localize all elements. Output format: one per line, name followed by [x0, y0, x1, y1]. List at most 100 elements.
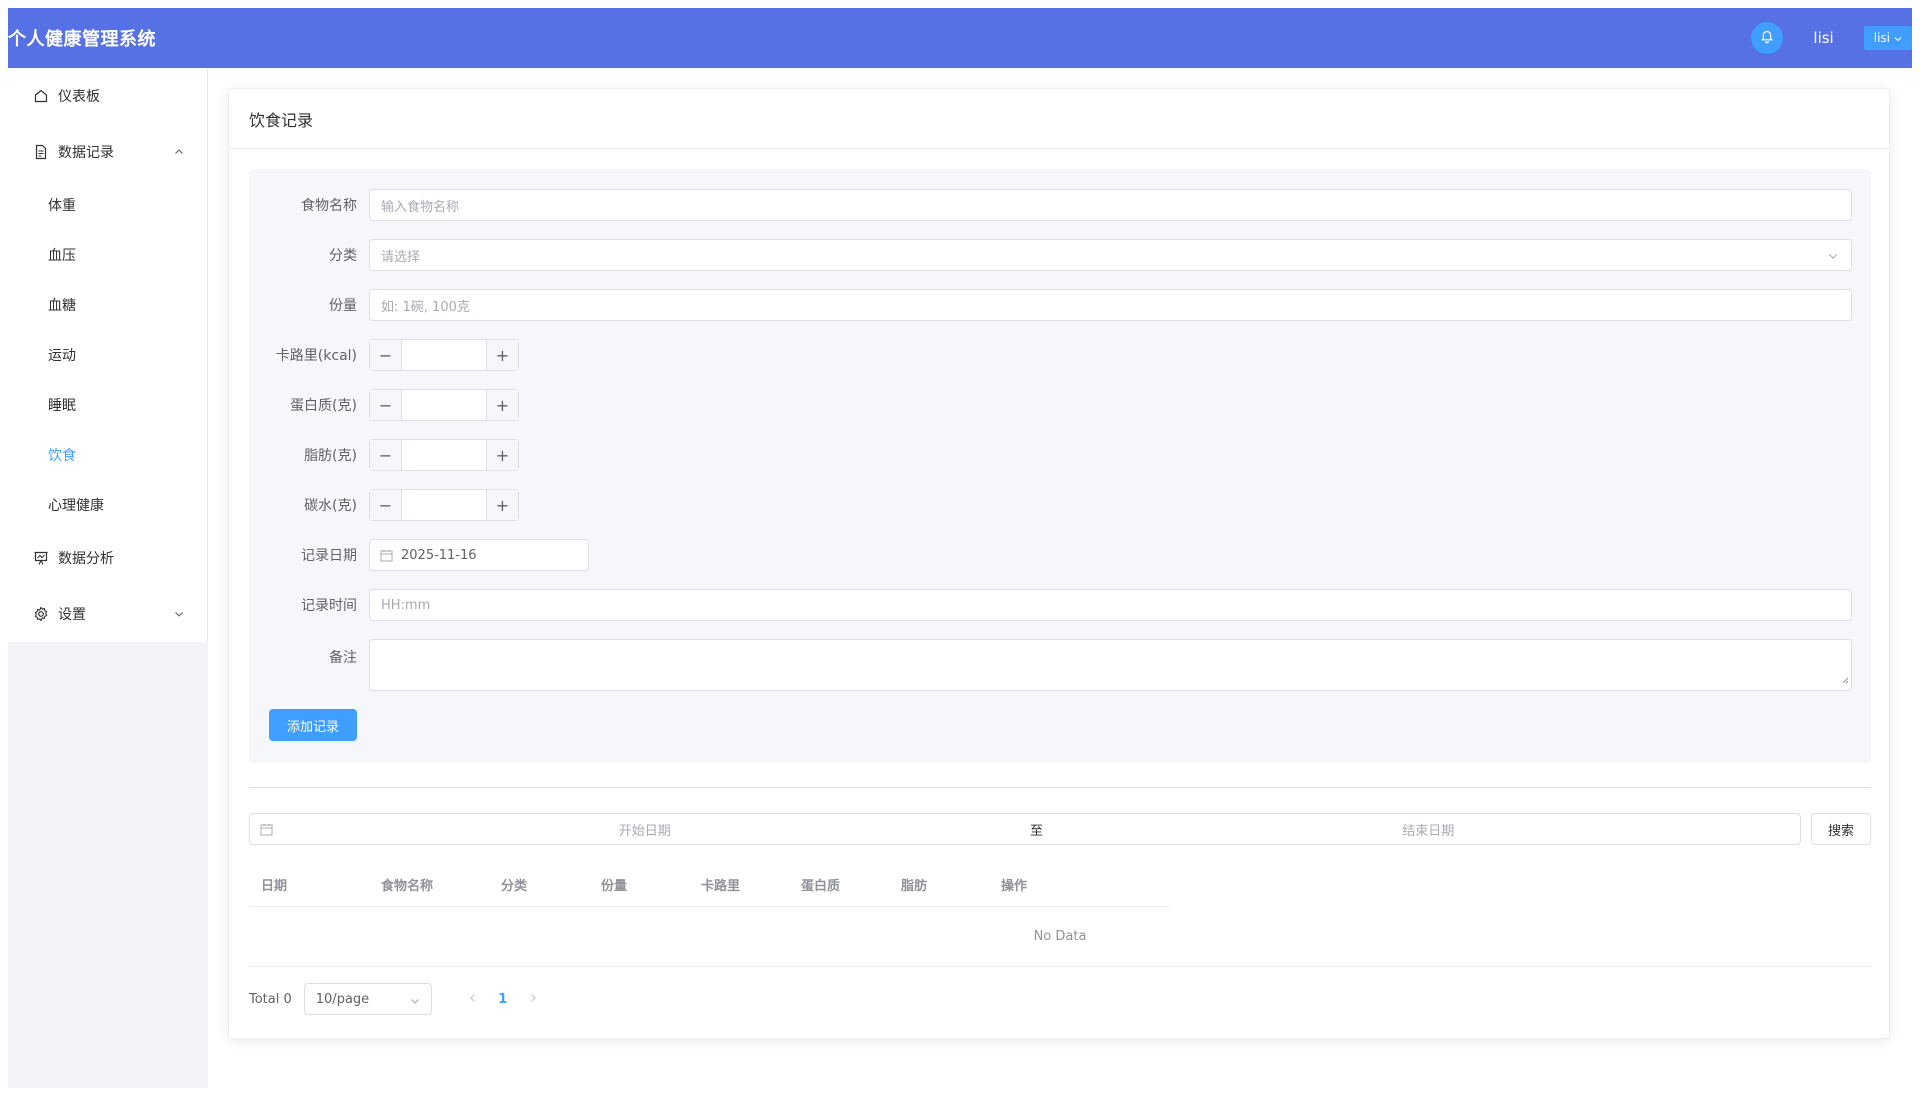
sidebar-subitem-exercise[interactable]: 运动 — [8, 330, 207, 380]
table-empty-state: No Data — [249, 907, 1871, 967]
diet-record-card: 饮食记录 食物名称 输入食物名称 分类 请选择 份量 如: 1碗, 100克 卡… — [228, 88, 1890, 1039]
date-label: 记录日期 — [301, 548, 357, 564]
form-row-fat: 脂肪(克) − + — [249, 439, 1871, 471]
carbs-value-input[interactable] — [402, 490, 486, 520]
sidebar-subitem-blood-sugar[interactable]: 血糖 — [8, 280, 207, 330]
sidebar-item-label: 设置 — [58, 607, 86, 623]
calories-value-input[interactable] — [402, 340, 486, 370]
record-time-placeholder: HH:mm — [381, 597, 431, 613]
category-placeholder: 请选择 — [381, 249, 421, 265]
chevron-down-icon — [1827, 250, 1839, 266]
form-row-portion: 份量 如: 1碗, 100克 — [249, 289, 1871, 321]
username-label: lisi — [1813, 29, 1834, 47]
protein-increment-button[interactable]: + — [486, 390, 518, 420]
main-content: 饮食记录 食物名称 输入食物名称 分类 请选择 份量 如: 1碗, 100克 卡… — [208, 68, 1912, 1088]
chevron-right-icon — [530, 993, 536, 1002]
notification-button[interactable] — [1751, 22, 1784, 54]
sidebar-subitem-mental-health[interactable]: 心理健康 — [8, 480, 207, 530]
record-time-input[interactable]: HH:mm — [369, 589, 1852, 621]
form-row-carbs: 碳水(克) − + — [249, 489, 1871, 521]
fat-decrement-button[interactable]: − — [370, 440, 402, 470]
column-header-portion: 份量 — [601, 879, 628, 894]
portion-label: 份量 — [329, 298, 357, 314]
app-root: 个人健康管理系统 lisi lisi 仪表板 数据记录 体重 血压 血糖 运动 … — [8, 8, 1912, 1088]
next-page-button[interactable] — [518, 992, 548, 1007]
header-actions: lisi lisi — [1751, 8, 1912, 68]
date-range-picker[interactable]: 开始日期 至 结束日期 — [249, 813, 1801, 845]
start-date-input[interactable]: 开始日期 — [273, 820, 1017, 839]
sidebar-item-dashboard[interactable]: 仪表板 — [8, 68, 207, 124]
chevron-left-icon — [469, 993, 475, 1002]
date-range-separator: 至 — [1029, 823, 1043, 839]
end-date-input[interactable]: 结束日期 — [1057, 820, 1801, 839]
chevron-down-icon — [410, 999, 419, 1004]
presentation-chart-icon — [32, 549, 50, 567]
table-header: 日期 食物名称 分类 份量 卡路里 蛋白质 脂肪 操作 — [249, 863, 1170, 907]
sidebar-item-label: 数据分析 — [58, 551, 114, 567]
user-dropdown-label: lisi — [1873, 31, 1890, 45]
app-title: 个人健康管理系统 — [8, 29, 156, 50]
sidebar-menu: 仪表板 数据记录 体重 血压 血糖 运动 睡眠 饮食 心理健康 数据分析 设置 — [8, 68, 208, 642]
form-row-protein: 蛋白质(克) − + — [249, 389, 1871, 421]
sidebar-item-data-records[interactable]: 数据记录 — [8, 124, 207, 180]
protein-value-input[interactable] — [402, 390, 486, 420]
sidebar-item-label: 仪表板 — [58, 89, 100, 105]
protein-label: 蛋白质(克) — [290, 398, 357, 414]
column-header-protein: 蛋白质 — [801, 879, 841, 894]
chevron-down-icon — [1890, 31, 1902, 45]
calories-stepper: − + — [369, 339, 519, 371]
calories-decrement-button[interactable]: − — [370, 340, 402, 370]
prev-page-button[interactable] — [458, 992, 488, 1007]
search-button[interactable]: 搜索 — [1811, 813, 1871, 845]
portion-placeholder: 如: 1碗, 100克 — [381, 299, 470, 315]
record-date-picker[interactable]: 2025-11-16 — [369, 539, 589, 571]
column-header-category: 分类 — [501, 879, 528, 894]
calories-increment-button[interactable]: + — [486, 340, 518, 370]
card-title: 饮食记录 — [229, 89, 1889, 149]
notes-label: 备注 — [329, 650, 357, 666]
carbs-label: 碳水(克) — [304, 498, 357, 514]
section-divider — [249, 787, 1871, 788]
sidebar-subitem-blood-pressure[interactable]: 血压 — [8, 230, 207, 280]
food-name-placeholder: 输入食物名称 — [381, 199, 460, 215]
sidebar-item-analysis[interactable]: 数据分析 — [8, 530, 207, 586]
column-header-food-name: 食物名称 — [381, 879, 434, 894]
carbs-decrement-button[interactable]: − — [370, 490, 402, 520]
calendar-icon — [380, 549, 393, 562]
gear-icon — [32, 605, 50, 623]
carbs-increment-button[interactable]: + — [486, 490, 518, 520]
food-name-input[interactable]: 输入食物名称 — [369, 189, 1852, 221]
time-label: 记录时间 — [301, 598, 357, 614]
page-size-value: 10/page — [315, 991, 370, 1007]
document-icon — [32, 143, 50, 161]
form-row-time: 记录时间 HH:mm — [249, 589, 1871, 621]
form-row-calories: 卡路里(kcal) − + — [249, 339, 1871, 371]
form-row-food-name: 食物名称 输入食物名称 — [249, 189, 1871, 221]
fat-label: 脂肪(克) — [304, 448, 357, 464]
category-select[interactable]: 请选择 — [369, 239, 1852, 271]
column-header-date: 日期 — [261, 879, 288, 894]
protein-stepper: − + — [369, 389, 519, 421]
sidebar-subitem-diet[interactable]: 饮食 — [8, 430, 207, 480]
diet-form: 食物名称 输入食物名称 分类 请选择 份量 如: 1碗, 100克 卡路里(kc… — [249, 169, 1871, 763]
form-row-notes: 备注 — [249, 639, 1871, 691]
fat-value-input[interactable] — [402, 440, 486, 470]
page-number-button[interactable]: 1 — [488, 992, 518, 1007]
notes-textarea[interactable] — [369, 639, 1852, 691]
portion-input[interactable]: 如: 1碗, 100克 — [369, 289, 1852, 321]
form-row-category: 分类 请选择 — [249, 239, 1871, 271]
user-menu-dropdown[interactable]: lisi — [1863, 26, 1912, 50]
sidebar-subitem-weight[interactable]: 体重 — [8, 180, 207, 230]
fat-stepper: − + — [369, 439, 519, 471]
fat-increment-button[interactable]: + — [486, 440, 518, 470]
add-record-button[interactable]: 添加记录 — [269, 709, 357, 741]
sidebar: 仪表板 数据记录 体重 血压 血糖 运动 睡眠 饮食 心理健康 数据分析 设置 — [8, 68, 208, 1088]
resize-handle-icon[interactable] — [1841, 669, 1849, 688]
protein-decrement-button[interactable]: − — [370, 390, 402, 420]
top-header: 个人健康管理系统 lisi lisi — [8, 8, 1912, 68]
column-header-fat: 脂肪 — [901, 879, 928, 894]
diet-records-table: 日期 食物名称 分类 份量 卡路里 蛋白质 脂肪 操作 No Data — [249, 863, 1871, 967]
page-size-select[interactable]: 10/page — [303, 983, 432, 1015]
sidebar-item-settings[interactable]: 设置 — [8, 586, 207, 642]
sidebar-subitem-sleep[interactable]: 睡眠 — [8, 380, 207, 430]
